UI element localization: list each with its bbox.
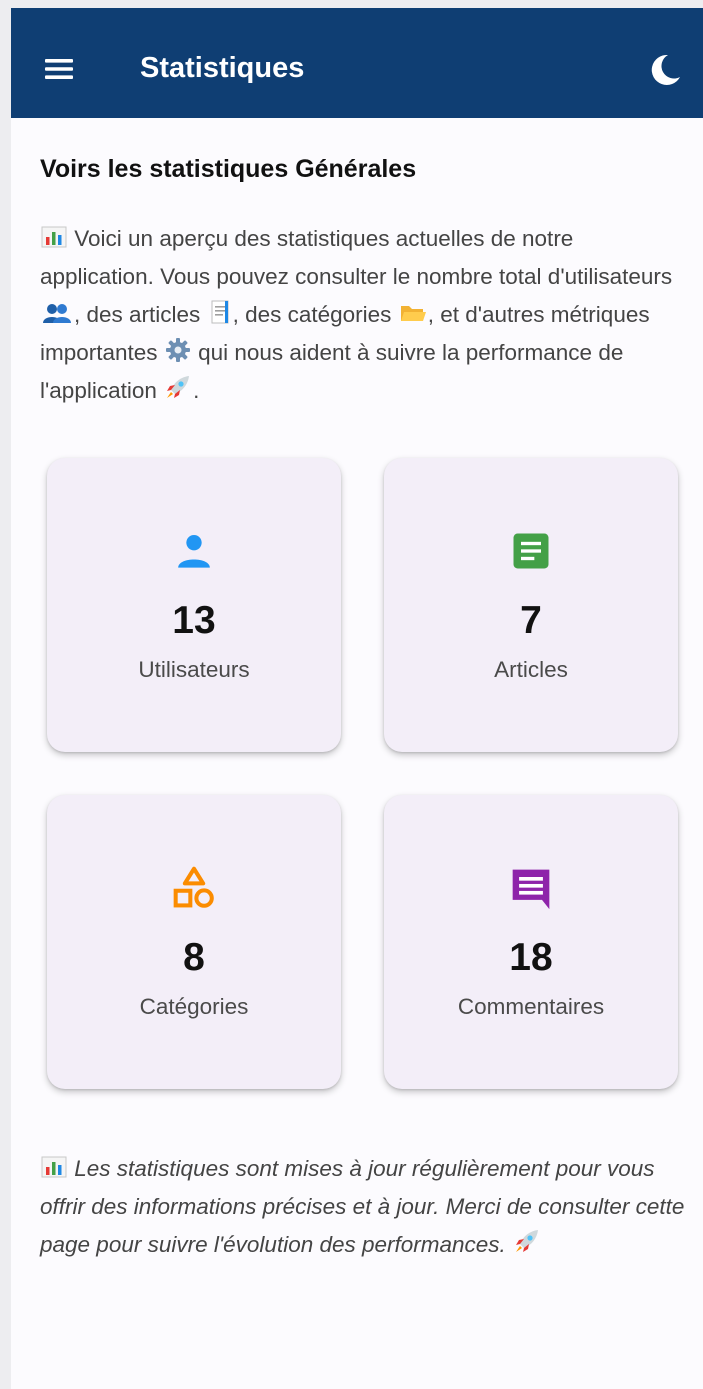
- rocket-emoji-icon: [167, 376, 190, 398]
- menu-button[interactable]: [31, 41, 87, 97]
- intro-text-1: Voici un aperçu des statistiques actuell…: [40, 226, 673, 289]
- menu-icon: [45, 59, 73, 79]
- article-icon: [513, 533, 549, 569]
- gear-emoji-icon: [165, 338, 190, 362]
- stat-label: Utilisateurs: [138, 657, 250, 682]
- intro-text-6: .: [193, 378, 200, 403]
- app-bar: Statistiques: [11, 8, 703, 118]
- page-title: Statistiques: [140, 52, 305, 84]
- stat-label: Commentaires: [457, 994, 605, 1019]
- stat-value: 7: [520, 599, 542, 642]
- intro-text-2: , des articles: [74, 302, 201, 327]
- footer-note: Les statistiques sont mises à jour régul…: [40, 1150, 690, 1264]
- stat-card-categories[interactable]: 8 Catégories: [47, 795, 341, 1089]
- intro-paragraph: Voici un aperçu des statistiques actuell…: [40, 220, 680, 410]
- rocket-emoji-icon: [516, 1230, 539, 1252]
- theme-toggle-button[interactable]: [635, 40, 695, 100]
- stat-card-comments[interactable]: 18 Commentaires: [384, 795, 678, 1089]
- person-icon: [178, 535, 210, 568]
- stat-card-users[interactable]: 13 Utilisateurs: [47, 458, 341, 752]
- comment-icon: [512, 869, 550, 910]
- section-heading: Voirs les statistiques Générales: [40, 155, 417, 183]
- users-emoji-icon: [43, 304, 71, 323]
- stat-value: 18: [509, 936, 553, 979]
- stat-value: 13: [172, 599, 216, 642]
- screen: Statistiques Voirs les statistiques Géné…: [11, 8, 703, 1389]
- stat-value: 8: [183, 936, 205, 979]
- moon-icon: [651, 54, 680, 85]
- bar-chart-emoji-icon: [41, 226, 67, 248]
- folder-emoji-icon: [400, 306, 426, 321]
- intro-text-3: , des catégories: [232, 302, 392, 327]
- stat-label: Catégories: [139, 994, 249, 1019]
- category-icon: [173, 866, 214, 908]
- footer-text: Les statistiques sont mises à jour régul…: [40, 1156, 685, 1257]
- stat-card-articles[interactable]: 7 Articles: [384, 458, 678, 752]
- bar-chart-emoji-icon: [41, 1156, 67, 1178]
- page-emoji-icon: [211, 300, 229, 324]
- stat-label: Articles: [494, 657, 568, 682]
